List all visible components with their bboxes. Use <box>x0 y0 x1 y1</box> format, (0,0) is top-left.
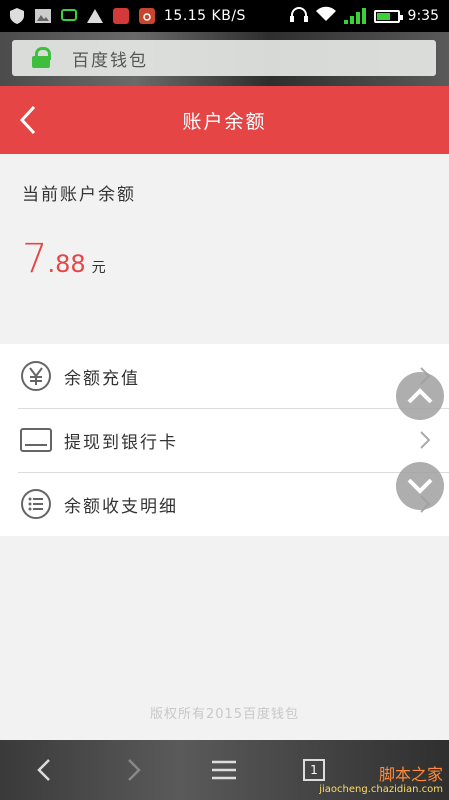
card-icon <box>20 424 52 456</box>
image-icon <box>34 7 52 25</box>
page-title: 账户余额 <box>182 110 267 133</box>
forward-nav-button[interactable] <box>116 752 152 788</box>
menu-item-label: 余额充值 <box>64 368 140 389</box>
address-text: 百度钱包 <box>72 50 148 71</box>
signal-icon <box>343 8 366 24</box>
headphones-icon <box>289 6 308 26</box>
menu-item-withdraw[interactable]: 提现到银行卡 <box>0 408 449 472</box>
chevron-left-icon <box>19 105 36 135</box>
network-speed: 15.15 KB/S <box>164 8 246 24</box>
balance-integer: 7 <box>22 236 48 282</box>
chevron-right-icon <box>128 759 141 781</box>
browser-bottom-bar: 1 脚本之家 jiaocheng.chazidian.com <box>0 740 449 800</box>
menu-item-transactions[interactable]: 余额收支明细 <box>0 472 449 536</box>
message-icon <box>60 7 78 25</box>
back-nav-button[interactable] <box>26 752 62 788</box>
menu-list: 余额充值 提现到银行卡 余额收支明细 <box>0 344 449 536</box>
menu-item-recharge[interactable]: 余额充值 <box>0 344 449 408</box>
balance-label: 当前账户余额 <box>22 185 136 205</box>
battery-icon <box>373 9 403 23</box>
watermark: 脚本之家 jiaocheng.chazidian.com <box>319 764 443 795</box>
shield-icon <box>8 7 26 25</box>
menu-icon <box>212 760 236 780</box>
status-bar: 15.15 KB/S 9:35 <box>0 0 449 32</box>
scroll-down-button[interactable] <box>396 462 444 510</box>
yuan-icon <box>20 360 52 392</box>
menu-item-label: 提现到银行卡 <box>64 432 178 453</box>
chevron-up-icon <box>407 388 433 404</box>
clock: 9:35 <box>407 8 439 24</box>
list-icon <box>20 488 52 520</box>
warning-icon <box>86 7 104 25</box>
chevron-down-icon <box>407 478 433 494</box>
chevron-right-icon <box>420 431 431 449</box>
menu-item-label: 余额收支明细 <box>64 496 178 517</box>
page-header: 账户余额 <box>0 86 449 154</box>
chevron-left-icon <box>37 759 50 781</box>
balance-decimal: .88 <box>47 250 86 278</box>
menu-button[interactable] <box>206 752 242 788</box>
scroll-up-button[interactable] <box>396 372 444 420</box>
lock-icon <box>30 45 54 71</box>
browser-address-area: 百度钱包 <box>0 32 449 86</box>
balance-unit: 元 <box>91 260 106 276</box>
copyright-text: 版权所有2015百度钱包 <box>149 707 300 722</box>
app-notification-icon <box>112 7 130 25</box>
balance-amount: 7 .88 元 <box>22 236 106 282</box>
wifi-hotspot-icon <box>138 7 156 25</box>
wifi-icon <box>315 6 336 26</box>
address-bar[interactable]: 百度钱包 <box>12 40 436 76</box>
back-button[interactable] <box>8 100 48 140</box>
